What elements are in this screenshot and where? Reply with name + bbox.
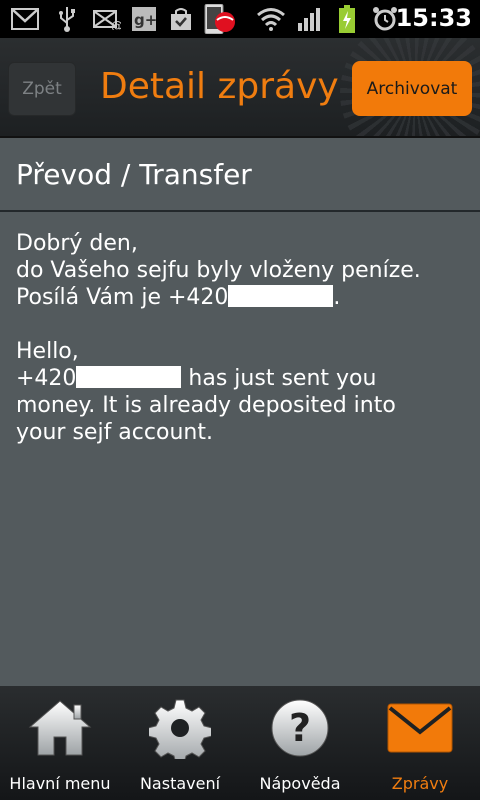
alarm-icon <box>372 6 398 32</box>
status-time: 15:33 <box>395 4 472 32</box>
status-bar: @ g+ 15:33 <box>0 0 480 38</box>
en-text-end: your sejf account. <box>16 420 213 445</box>
nav-label-messages: Zprávy <box>391 774 449 793</box>
wifi-icon <box>256 6 286 32</box>
svg-text:@: @ <box>111 19 121 30</box>
cz-greeting: Dobrý den, <box>16 231 138 256</box>
en-sender-line: +420 has just sent you <box>16 365 464 392</box>
svg-text:?: ? <box>289 706 311 750</box>
battery-charging-icon <box>336 5 358 33</box>
message-subject: Převod / Transfer <box>0 138 480 212</box>
help-icon: ? <box>266 696 334 760</box>
phone-app-icon <box>203 4 237 34</box>
en-greeting: Hello, <box>16 339 79 364</box>
missed-call-icon: @ <box>92 6 122 32</box>
en-text: money. It is already deposited into <box>16 393 396 418</box>
header: Zpět Detail zprávy Archivovat <box>0 38 480 138</box>
signal-icon <box>296 6 322 32</box>
nav-item-messages[interactable]: Zprávy <box>360 686 480 800</box>
gmail-icon <box>10 6 40 32</box>
shopping-bag-icon <box>168 6 194 32</box>
envelope-icon <box>386 696 454 760</box>
nav-label-settings: Nastavení <box>139 774 221 793</box>
cz-sender-line: Posílá Vám je +420. <box>16 284 464 311</box>
gear-icon <box>146 696 214 760</box>
en-sender-prefix: +420 <box>16 366 77 391</box>
cz-sender-suffix: . <box>333 285 341 310</box>
back-button[interactable]: Zpět <box>8 62 76 116</box>
nav-item-home[interactable]: Hlavní menu <box>0 686 120 800</box>
en-sender-suffix: has just sent you <box>181 366 377 391</box>
home-icon <box>26 696 94 760</box>
usb-icon <box>54 6 80 32</box>
nav-label-help: Nápověda <box>259 774 341 793</box>
page-title: Detail zprávy <box>100 66 339 107</box>
svg-text:g+: g+ <box>134 11 156 29</box>
nav-label-home: Hlavní menu <box>9 774 111 793</box>
cz-text: do Vašeho sejfu byly vloženy peníze. <box>16 258 421 283</box>
google-plus-icon: g+ <box>131 6 157 32</box>
nav-item-help[interactable]: ? Nápověda <box>240 686 360 800</box>
nav-item-settings[interactable]: Nastavení <box>120 686 240 800</box>
bottom-navigation: Hlavní menu Nastavení ? Nápověda Zprávy <box>0 686 480 800</box>
cz-sender-prefix: Posílá Vám je +420 <box>16 285 229 310</box>
archive-button[interactable]: Archivovat <box>352 61 472 116</box>
message-body: Dobrý den, do Vašeho sejfu byly vloženy … <box>0 212 480 446</box>
message-detail: Převod / Transfer Dobrý den, do Vašeho s… <box>0 138 480 686</box>
redacted-phone-number <box>228 285 334 307</box>
redacted-phone-number <box>76 366 182 388</box>
